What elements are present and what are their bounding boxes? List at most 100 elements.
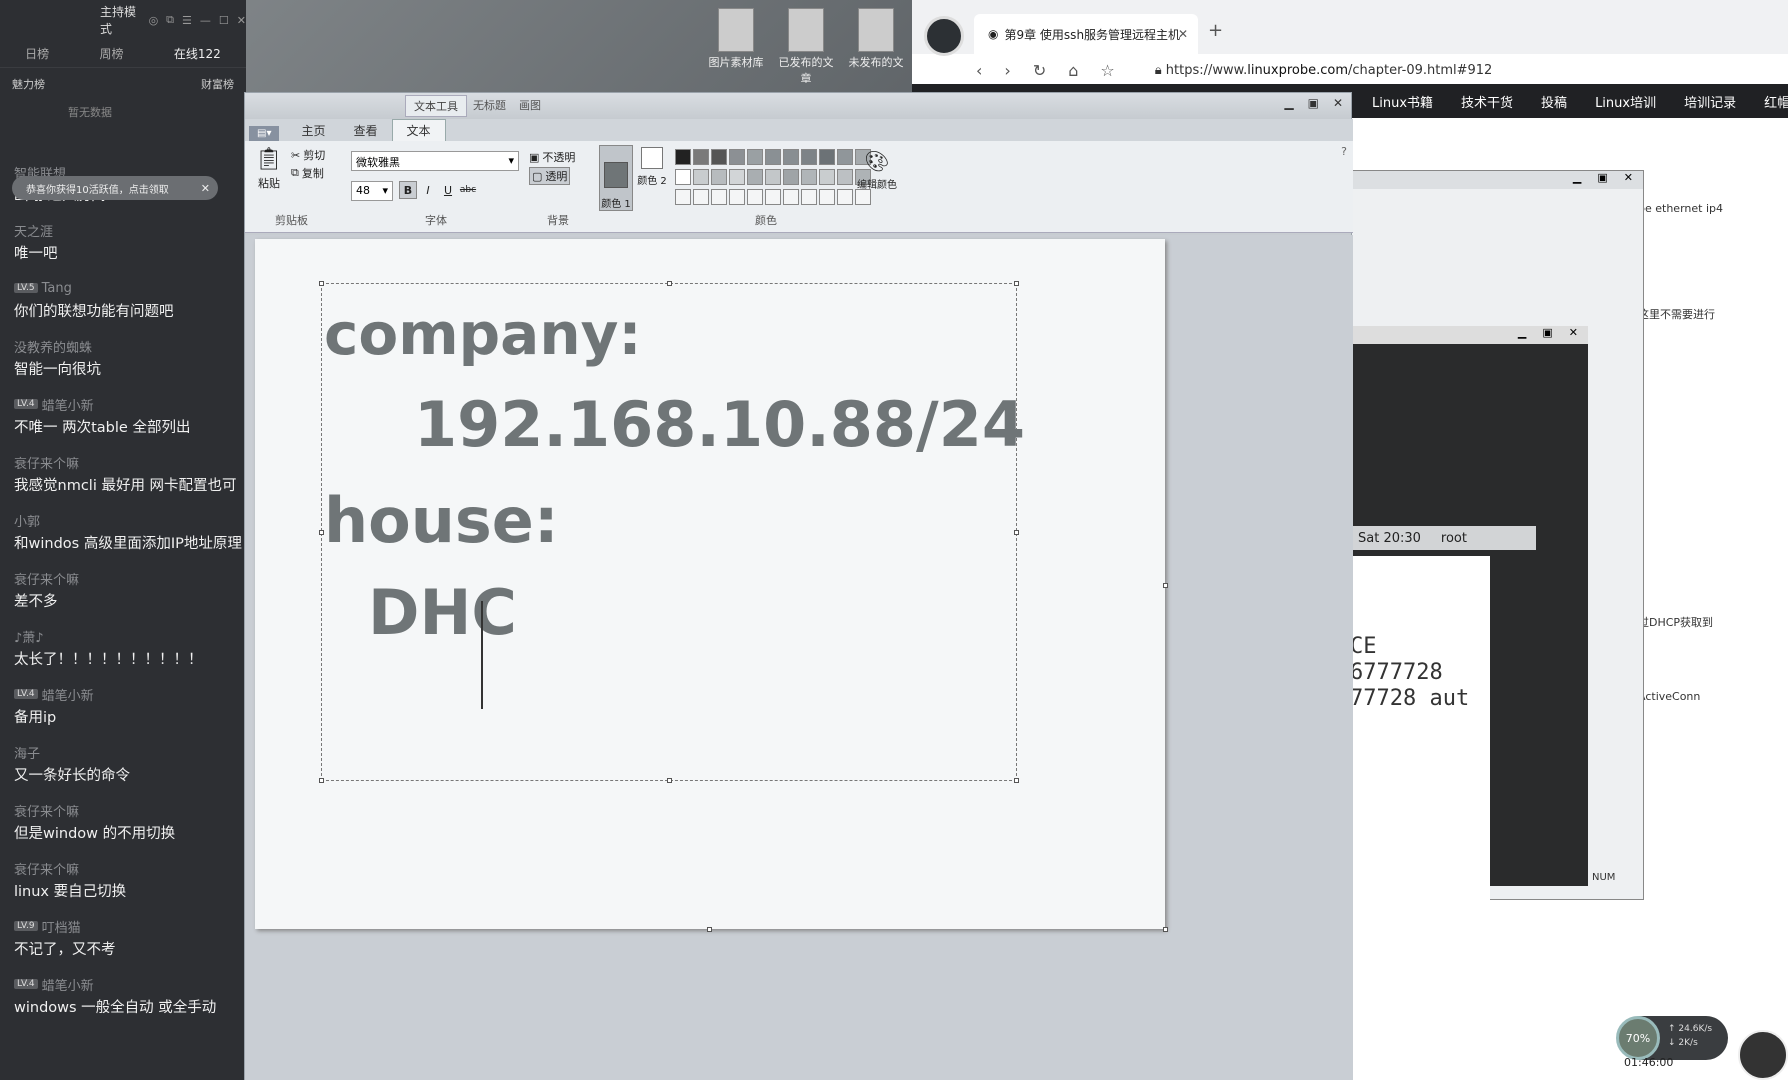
text-selection-box[interactable]: company: 192.168.10.88/24 house: DHC (319, 281, 1025, 783)
chat-username[interactable]: 衰仔来个嘛 (14, 566, 232, 590)
font-family-select[interactable]: 微软雅黑 ▾ (351, 151, 519, 171)
canvas-resize-handle[interactable] (1163, 583, 1168, 588)
palette-swatch[interactable] (693, 149, 709, 165)
minimize-icon[interactable]: ▁ (1518, 326, 1526, 344)
resize-handle[interactable] (1014, 778, 1019, 783)
underline-button[interactable]: U (439, 181, 457, 199)
tab-wealth[interactable]: 财富榜 (201, 76, 234, 92)
tab-daily[interactable]: 日榜 (25, 45, 49, 62)
resize-handle[interactable] (667, 281, 672, 286)
font-size-select[interactable]: 48 ▾ (351, 181, 393, 201)
new-tab-button[interactable]: + (1208, 20, 1223, 41)
palette-swatch[interactable] (837, 189, 853, 205)
popout-icon[interactable]: ⧉ (166, 13, 174, 27)
palette-swatch[interactable] (675, 189, 691, 205)
strikethrough-button[interactable]: abc (459, 181, 477, 199)
chat-username[interactable]: 衰仔来个嘛 (14, 798, 232, 822)
paste-button[interactable]: 📋︎ 粘贴 (255, 147, 283, 191)
maximize-icon[interactable]: ▣ (1597, 171, 1607, 189)
color2-button[interactable]: 颜色 2 (637, 147, 667, 209)
palette-swatch[interactable] (747, 169, 763, 185)
italic-button[interactable]: I (419, 181, 437, 199)
opaque-button[interactable]: ▣ 不透明 (529, 149, 575, 165)
palette-swatch[interactable] (819, 169, 835, 185)
palette-swatch[interactable] (693, 169, 709, 185)
settings-icon[interactable]: ◎ (149, 14, 159, 27)
host-mode-label[interactable]: 主持模式 (100, 3, 141, 37)
palette-swatch[interactable] (819, 189, 835, 205)
nav-submit[interactable]: 投稿 (1541, 92, 1567, 111)
nav-tech[interactable]: 技术干货 (1461, 92, 1513, 111)
forward-icon[interactable]: › (1004, 61, 1010, 80)
cpu-gauge[interactable]: 70% (1616, 1016, 1660, 1060)
close-icon[interactable]: ✕ (201, 182, 210, 195)
close-icon[interactable]: ✕ (237, 14, 246, 27)
palette-swatch[interactable] (783, 169, 799, 185)
desktop-icon-unpublished[interactable]: 未发布的文 (846, 0, 906, 78)
nav-records[interactable]: 培训记录 (1684, 92, 1736, 111)
close-icon[interactable]: ✕ (1624, 171, 1633, 189)
canvas-resize-handle[interactable] (707, 927, 712, 932)
palette-swatch[interactable] (747, 149, 763, 165)
palette-swatch[interactable] (729, 149, 745, 165)
tab-text[interactable]: 文本 (391, 119, 446, 141)
tab-view[interactable]: 查看 (339, 120, 391, 141)
maximize-icon[interactable]: ▣ (1542, 326, 1552, 344)
resize-handle[interactable] (319, 281, 324, 286)
palette-swatch[interactable] (801, 149, 817, 165)
chat-username[interactable]: LV.9 叮档猫 (14, 914, 232, 938)
palette-swatch[interactable] (729, 189, 745, 205)
url-field[interactable]: 🔒︎ https://www.linuxprobe.com/chapter-09… (1155, 63, 1493, 78)
palette-swatch[interactable] (675, 169, 691, 185)
minimize-icon[interactable]: — (200, 14, 211, 27)
chat-username[interactable]: ♪萧♪ (14, 624, 232, 648)
nav-redhat[interactable]: 红帽 (1764, 92, 1788, 111)
palette-swatch[interactable] (801, 189, 817, 205)
close-tab-icon[interactable]: ✕ (1178, 27, 1188, 41)
chat-username[interactable]: LV.4 蜡笔小新 (14, 682, 232, 706)
canvas-resize-handle[interactable] (1163, 927, 1168, 932)
minimize-icon[interactable]: ▁ (1284, 96, 1293, 110)
palette-swatch[interactable] (711, 149, 727, 165)
transparent-button[interactable]: ▢ 透明 (529, 167, 571, 185)
chat-username[interactable]: LV.4 蜡笔小新 (14, 392, 232, 416)
nav-training[interactable]: Linux培训 (1595, 92, 1656, 111)
resize-handle[interactable] (1014, 281, 1019, 286)
chat-username[interactable]: 天之涯 (14, 218, 232, 242)
chat-username[interactable]: LV.4 蜡笔小新 (14, 972, 232, 996)
tab-charm[interactable]: 魅力榜 (12, 76, 45, 92)
gnome-user[interactable]: root (1441, 531, 1467, 546)
resize-handle[interactable] (1014, 530, 1019, 535)
palette-swatch[interactable] (747, 189, 763, 205)
home-icon[interactable]: ⌂ (1068, 61, 1078, 80)
desktop-icon-images[interactable]: 图片素材库 (706, 0, 766, 78)
cut-button[interactable]: ✂ 剪切 (291, 147, 325, 163)
palette-swatch[interactable] (729, 169, 745, 185)
back-icon[interactable]: ‹ (976, 61, 982, 80)
palette-swatch[interactable] (801, 169, 817, 185)
maximize-icon[interactable]: ☐ (219, 14, 229, 27)
palette-swatch[interactable] (783, 189, 799, 205)
palette-swatch[interactable] (765, 149, 781, 165)
text-tools-context-tab[interactable]: 文本工具 (405, 95, 467, 117)
chat-username[interactable]: 没教养的蜘蛛 (14, 334, 232, 358)
browser-tab[interactable]: ◉ 第9章 使用ssh服务管理远程主机 ✕ (974, 14, 1198, 54)
palette-swatch[interactable] (783, 149, 799, 165)
palette-swatch[interactable] (711, 189, 727, 205)
reload-icon[interactable]: ↻ (1033, 61, 1046, 80)
maximize-icon[interactable]: ▣ (1308, 96, 1319, 110)
profile-avatar[interactable] (924, 16, 964, 56)
palette-swatch[interactable] (711, 169, 727, 185)
desktop-icon-published[interactable]: 已发布的文章 (776, 0, 836, 85)
minimize-icon[interactable]: ▁ (1573, 171, 1581, 189)
tab-home[interactable]: 主页 (287, 120, 339, 141)
close-icon[interactable]: ✕ (1333, 96, 1343, 110)
help-icon[interactable]: ? (1341, 145, 1347, 158)
file-menu-button[interactable]: ▤▾ (249, 126, 280, 141)
chat-username[interactable]: 小郭 (14, 508, 232, 532)
bold-button[interactable]: B (399, 181, 417, 199)
palette-swatch[interactable] (765, 169, 781, 185)
close-icon[interactable]: ✕ (1569, 326, 1578, 344)
palette-swatch[interactable] (837, 169, 853, 185)
palette-swatch[interactable] (693, 189, 709, 205)
